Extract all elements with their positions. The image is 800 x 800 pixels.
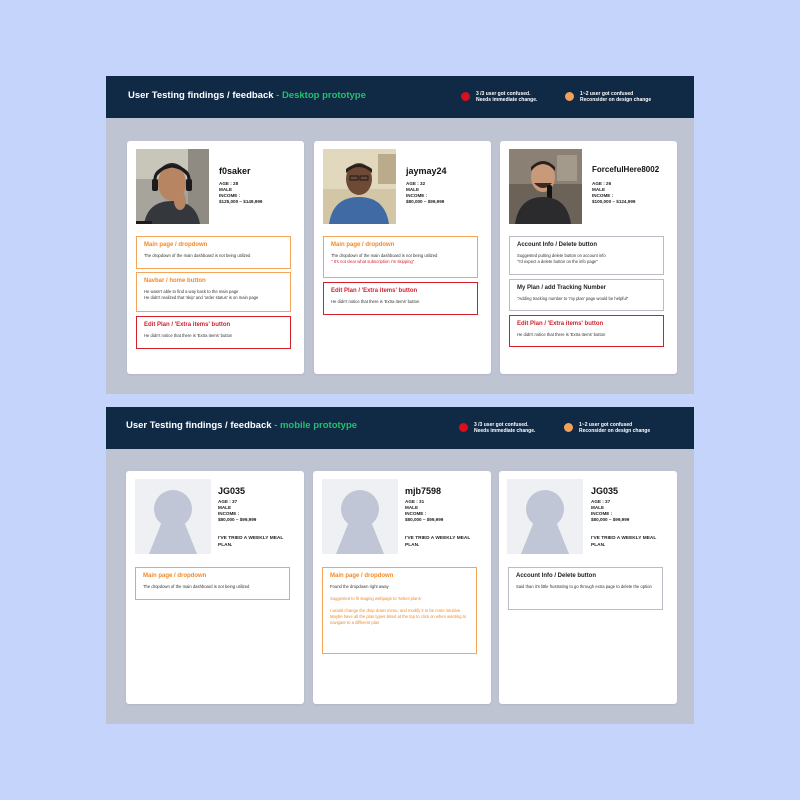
finding-text: He didn't notice that there is 'Extra it… xyxy=(331,299,420,304)
legend-critical: 3 /3 user got confused. Needs immediate … xyxy=(459,422,535,434)
participant-stats: AGE : 31 MALE INCOME : $80,000 – $99,999 xyxy=(405,499,443,523)
board-title: User Testing findings / feedback - Deskt… xyxy=(128,90,366,101)
finding-text: The dropdown of the main dashboard is no… xyxy=(144,253,251,258)
finding-box: Main page / dropdown The dropdown of the… xyxy=(323,236,478,278)
finding-suggestion: I would change the drop down menu, and m… xyxy=(330,608,467,625)
participant-stats: AGE : 37 MALE INCOME : $80,000 – $99,999 xyxy=(218,499,256,523)
participant-name: mjb7598 xyxy=(405,486,442,496)
finding-title: Main page / dropdown xyxy=(331,242,395,248)
finding-title: Edit Plan / 'Extra items' button xyxy=(144,322,231,328)
finding-text: The dropdown of the main dashboard is no… xyxy=(143,584,250,589)
finding-box: Edit Plan / 'Extra items' button He didn… xyxy=(136,316,291,349)
finding-box: Main page / dropdown The dropdown of the… xyxy=(136,236,291,269)
legend-text: 1~2 user got confused Reconsider on desi… xyxy=(579,422,651,434)
finding-text: He didn't realized that 'skip' and 'orde… xyxy=(144,295,259,300)
finding-title: Edit Plan / 'Extra items' button xyxy=(517,321,604,327)
legend-warning: 1~2 user got confused Reconsider on desi… xyxy=(565,91,651,103)
finding-box: Main page / dropdown The dropdown of the… xyxy=(135,567,290,600)
participant-quote: I'VE TRIED A WEEKLY MEAL PLAN. xyxy=(218,536,284,548)
participant-stats: AGE : 32 MALE INCOME : $80,000 – $99,999 xyxy=(406,181,444,205)
income-value: $80,000 – $99,999 xyxy=(405,517,444,522)
legend-warning: 1~2 user got confused Reconsider on desi… xyxy=(564,422,650,434)
finding-title: Account Info / Delete button xyxy=(517,242,597,248)
title-text: User Testing findings / feedback xyxy=(128,90,274,101)
income-value: $80,000 – $99,999 xyxy=(591,517,630,522)
finding-title: Main page / dropdown xyxy=(143,573,207,579)
avatar-placeholder-icon xyxy=(322,479,398,554)
participant-stats: AGE : 28 MALE INCOME : $125,000 – $149,9… xyxy=(219,181,262,205)
finding-title: Account Info / Delete button xyxy=(516,573,596,579)
title-accent: - mobile prototype xyxy=(274,420,358,431)
mobile-header: User Testing findings / feedback - mobil… xyxy=(106,407,694,449)
finding-box: Edit Plan / 'Extra items' button He didn… xyxy=(323,282,478,315)
participant-name: f0saker xyxy=(219,166,251,176)
title-accent: - Desktop prototype xyxy=(276,90,366,101)
participant-photo xyxy=(136,149,209,224)
legend-text: 3 /3 user got confused. Needs immediate … xyxy=(474,422,536,434)
finding-text: "I'd expect a delete button on the info … xyxy=(517,259,598,264)
finding-text: He didn't notice that there is 'Extra it… xyxy=(517,332,606,337)
finding-title: Main page / dropdown xyxy=(144,242,208,248)
legend-text: 1~2 user got confused Reconsider on desi… xyxy=(580,91,652,103)
finding-quote: " It's not clear what subscription I'm s… xyxy=(331,259,415,264)
finding-box: Account Info / Delete button Said than i… xyxy=(508,567,663,610)
finding-title: Edit Plan / 'Extra items' button xyxy=(331,288,418,294)
finding-text: He didn't notice that there is 'Extra it… xyxy=(144,333,233,338)
finding-title: Main page / dropdown xyxy=(330,573,394,579)
avatar-placeholder-icon xyxy=(507,479,583,554)
orange-dot-icon xyxy=(565,92,574,101)
participant-card: JG035 AGE : 37 MALE INCOME : $80,000 – $… xyxy=(499,471,677,704)
finding-box: Account Info / Delete button Suggested p… xyxy=(509,236,664,275)
finding-text: Said than it's little frustrating to go … xyxy=(516,584,652,589)
orange-dot-icon xyxy=(564,423,573,432)
income-value: $80,000 – $99,999 xyxy=(406,199,445,204)
avatar-placeholder-icon xyxy=(135,479,211,554)
red-dot-icon xyxy=(461,92,470,101)
participant-photo xyxy=(323,149,396,224)
participant-photo xyxy=(509,149,582,224)
income-value: $100,000 – $124,999 xyxy=(592,199,636,204)
participant-card: ForcefulHere8002 AGE : 26 MALE INCOME : … xyxy=(500,141,677,374)
finding-text: "Adding tracking number to 'my plan' pag… xyxy=(517,296,629,301)
participant-card: mjb7598 AGE : 31 MALE INCOME : $80,000 –… xyxy=(313,471,491,704)
finding-box: Edit Plan / 'Extra items' button He didn… xyxy=(509,315,664,347)
participant-name: JG035 xyxy=(218,486,246,496)
participant-card: JG035 AGE : 37 MALE INCOME : $80,000 – $… xyxy=(126,471,304,704)
red-dot-icon xyxy=(459,423,468,432)
participant-name: jaymay24 xyxy=(406,166,447,176)
desktop-findings-board: User Testing findings / feedback - Deskt… xyxy=(106,76,694,394)
legend-critical: 3 /3 user got confused. Needs immediate … xyxy=(461,91,537,103)
finding-box: Navbar / home button He wasn't able to f… xyxy=(136,272,291,312)
finding-box: My Plan / add Tracking Number "Adding tr… xyxy=(509,279,664,311)
participant-stats: AGE : 37 MALE INCOME : $80,000 – $99,999 xyxy=(591,499,629,523)
income-value: $80,000 – $99,999 xyxy=(218,517,257,522)
participant-name: ForcefulHere8002 xyxy=(592,165,660,174)
mobile-findings-board: User Testing findings / feedback - mobil… xyxy=(106,407,694,724)
finding-box: Main page / dropdown Found the dropdown … xyxy=(322,567,477,654)
finding-title: Navbar / home button xyxy=(144,278,206,284)
participant-card: f0saker AGE : 28 MALE INCOME : $125,000 … xyxy=(127,141,304,374)
legend-text: 3 /3 user got confused. Needs immediate … xyxy=(476,91,538,103)
finding-title: My Plan / add Tracking Number xyxy=(517,285,607,291)
participant-name: JG035 xyxy=(591,486,619,496)
participant-card: jaymay24 AGE : 32 MALE INCOME : $80,000 … xyxy=(314,141,491,374)
board-title: User Testing findings / feedback - mobil… xyxy=(126,420,357,431)
desktop-header: User Testing findings / feedback - Deskt… xyxy=(106,76,694,118)
participant-quote: I'VE TRIED A WEEKLY MEAL PLAN. xyxy=(405,536,471,548)
title-text: User Testing findings / feedback xyxy=(126,420,272,431)
income-value: $125,000 – $149,999 xyxy=(219,199,263,204)
participant-stats: AGE : 26 MALE INCOME : $100,000 – $124,9… xyxy=(592,181,635,205)
participant-quote: I'VE TRIED A WEEKLY MEAL PLAN. xyxy=(591,536,657,548)
